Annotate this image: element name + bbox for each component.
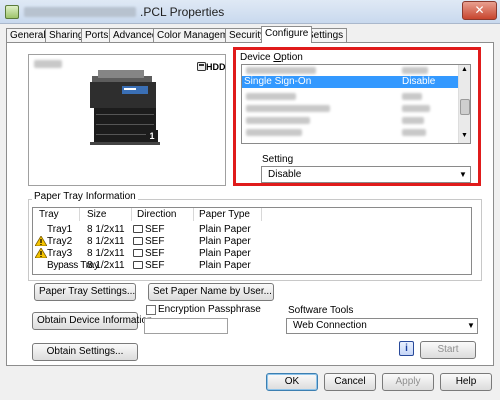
column-divider [79, 208, 80, 221]
software-tools-label: Software Tools [288, 305, 354, 316]
list-item-single-sign-on[interactable]: Single Sign-On Disable [242, 76, 458, 88]
sef-orientation-icon [133, 225, 143, 233]
ok-button[interactable]: OK [266, 373, 318, 391]
hdd-icon [197, 62, 206, 71]
list-item[interactable] [246, 93, 296, 100]
list-item[interactable] [246, 105, 330, 112]
table-row[interactable]: Tray1 8 1/2x11 SEF Plain Paper [33, 224, 471, 236]
column-header-size[interactable]: Size [87, 208, 106, 221]
printer-app-icon [5, 5, 19, 19]
list-scrollbar[interactable]: ▲ ▼ [458, 65, 470, 143]
encryption-passphrase-checkbox[interactable] [146, 305, 156, 315]
model-name-redacted [34, 60, 62, 68]
set-paper-name-button[interactable]: Set Paper Name by User... [148, 283, 274, 301]
warning-icon [35, 236, 47, 246]
column-header-direction[interactable]: Direction [137, 208, 176, 221]
scroll-down-icon[interactable]: ▼ [461, 132, 468, 139]
column-header-paper-type[interactable]: Paper Type [199, 208, 250, 221]
device-option-list[interactable]: Single Sign-On Disable ▲ ▼ [241, 64, 471, 144]
window-title: .PCL Properties [140, 5, 225, 19]
sef-orientation-icon [133, 261, 143, 269]
chevron-down-icon: ▼ [467, 321, 475, 330]
paper-tray-group-title: Paper Tray Information [32, 191, 138, 202]
paper-tray-settings-button[interactable]: Paper Tray Settings... [34, 283, 136, 301]
list-item-value [402, 129, 426, 136]
encryption-passphrase-input[interactable] [144, 318, 228, 334]
list-item[interactable] [246, 117, 310, 124]
list-item[interactable] [246, 67, 316, 74]
close-button[interactable]: ✕ [462, 1, 497, 20]
tab-configure[interactable]: Configure [261, 26, 313, 43]
list-item[interactable] [246, 129, 302, 136]
tray-number-badge: 1 [146, 130, 158, 142]
table-row[interactable]: Tray2 8 1/2x11 SEF Plain Paper [33, 236, 471, 248]
table-row[interactable]: Bypass Tray 8 1/2x11 SEF Plain Paper [33, 260, 471, 272]
hdd-indicator: HDD [197, 62, 226, 72]
column-divider [193, 208, 194, 221]
list-item-value [402, 67, 428, 74]
column-divider [131, 208, 132, 221]
chevron-down-icon: ▼ [459, 170, 467, 179]
list-item-value [402, 93, 422, 100]
setting-label: Setting [262, 154, 294, 165]
help-button[interactable]: Help [440, 373, 492, 391]
title-redacted [24, 7, 136, 17]
sef-orientation-icon [133, 249, 143, 257]
warning-icon [35, 248, 47, 258]
obtain-device-information-button[interactable]: Obtain Device Information [32, 312, 153, 330]
table-row[interactable]: Tray3 8 1/2x11 SEF Plain Paper [33, 248, 471, 260]
start-button[interactable]: Start [420, 341, 476, 359]
paper-tray-table: Tray Size Direction Paper Type Tray1 8 1… [32, 207, 472, 275]
list-item-value [402, 117, 424, 124]
cancel-button[interactable]: Cancel [324, 373, 376, 391]
tab-general[interactable]: General [6, 28, 50, 42]
sef-orientation-icon [133, 237, 143, 245]
list-item-value [402, 105, 430, 112]
setting-dropdown[interactable]: Disable ▼ [261, 166, 471, 183]
info-icon[interactable]: i [399, 341, 414, 356]
column-header-tray[interactable]: Tray [39, 208, 59, 221]
software-tools-dropdown[interactable]: Web Connection ▼ [286, 318, 478, 334]
scroll-up-icon[interactable]: ▲ [461, 66, 468, 73]
apply-button[interactable]: Apply [382, 373, 434, 391]
column-divider [261, 208, 262, 221]
device-option-label: Device Option [240, 52, 303, 63]
scroll-thumb[interactable] [460, 99, 470, 115]
obtain-settings-button[interactable]: Obtain Settings... [32, 343, 138, 361]
encryption-passphrase-label: Encryption Passphrase [158, 304, 261, 315]
tab-ports[interactable]: Ports [81, 28, 113, 42]
